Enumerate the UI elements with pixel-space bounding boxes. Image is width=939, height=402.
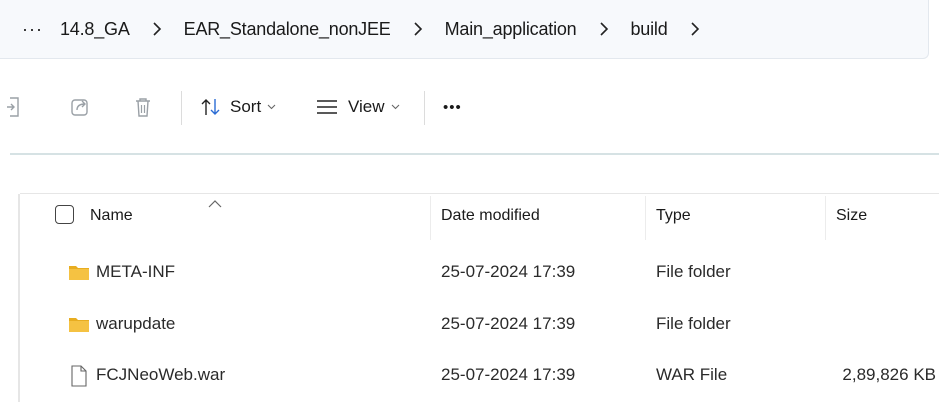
breadcrumb-item-3[interactable]: Main_application — [445, 19, 577, 40]
file-type: File folder — [656, 262, 731, 281]
column-divider[interactable] — [430, 196, 431, 240]
toolbar-divider — [424, 91, 425, 125]
view-label: View — [348, 97, 385, 116]
folder-icon — [68, 313, 90, 335]
chevron-right-icon[interactable] — [687, 21, 703, 37]
delete-icon[interactable] — [132, 94, 154, 120]
breadcrumb-more-button[interactable]: ··· — [22, 19, 43, 40]
column-header-size[interactable]: Size — [836, 207, 867, 225]
sort-label: Sort — [230, 97, 262, 116]
file-name: FCJNeoWeb.war — [96, 365, 226, 384]
column-header-date-modified[interactable]: Date modified — [441, 207, 540, 225]
file-type: File folder — [656, 314, 731, 333]
file-type: WAR File — [656, 365, 728, 384]
column-divider[interactable] — [825, 196, 826, 240]
chevron-down-icon — [391, 104, 400, 110]
sort-icon — [200, 97, 222, 117]
breadcrumb-item-1[interactable]: 14.8_GA — [60, 19, 130, 40]
select-all-checkbox[interactable] — [55, 205, 74, 224]
file-row[interactable]: META-INF 25-07-2024 17:39 File folder — [0, 252, 939, 292]
chevron-down-icon — [267, 104, 276, 110]
file-row[interactable]: warupdate 25-07-2024 17:39 File folder — [0, 304, 939, 344]
more-options-button[interactable]: ••• — [443, 94, 462, 120]
chevron-right-icon[interactable] — [149, 21, 165, 37]
address-bar[interactable]: ··· 14.8_GA EAR_Standalone_nonJEE Main_a… — [0, 0, 929, 59]
file-name: META-INF — [96, 262, 176, 281]
chevron-right-icon[interactable] — [410, 21, 426, 37]
file-date: 25-07-2024 17:39 — [441, 262, 576, 281]
folder-icon — [68, 261, 90, 283]
breadcrumb-item-4[interactable]: build — [631, 19, 668, 40]
chevron-right-icon[interactable] — [596, 21, 612, 37]
breadcrumb-item-2[interactable]: EAR_Standalone_nonJEE — [184, 19, 391, 40]
file-row[interactable]: FCJNeoWeb.war 25-07-2024 17:39 WAR File … — [0, 355, 939, 395]
view-lines-icon — [316, 99, 338, 115]
share-partial-icon[interactable] — [4, 94, 26, 120]
sort-ascending-caret-icon — [208, 195, 222, 213]
column-header-type[interactable]: Type — [656, 207, 691, 225]
share-icon[interactable] — [69, 94, 91, 120]
sort-button[interactable]: Sort — [200, 94, 276, 120]
list-top-border — [20, 193, 939, 194]
column-header-name[interactable]: Name — [90, 207, 133, 225]
file-name: warupdate — [96, 314, 176, 333]
view-button[interactable]: View — [316, 94, 400, 120]
toolbar-separator — [10, 153, 939, 155]
file-icon — [68, 364, 90, 387]
file-date: 25-07-2024 17:39 — [441, 365, 576, 384]
column-divider[interactable] — [645, 196, 646, 240]
toolbar-divider — [181, 91, 182, 125]
file-date: 25-07-2024 17:39 — [441, 314, 576, 333]
file-size: 2,89,826 KB — [842, 365, 936, 384]
